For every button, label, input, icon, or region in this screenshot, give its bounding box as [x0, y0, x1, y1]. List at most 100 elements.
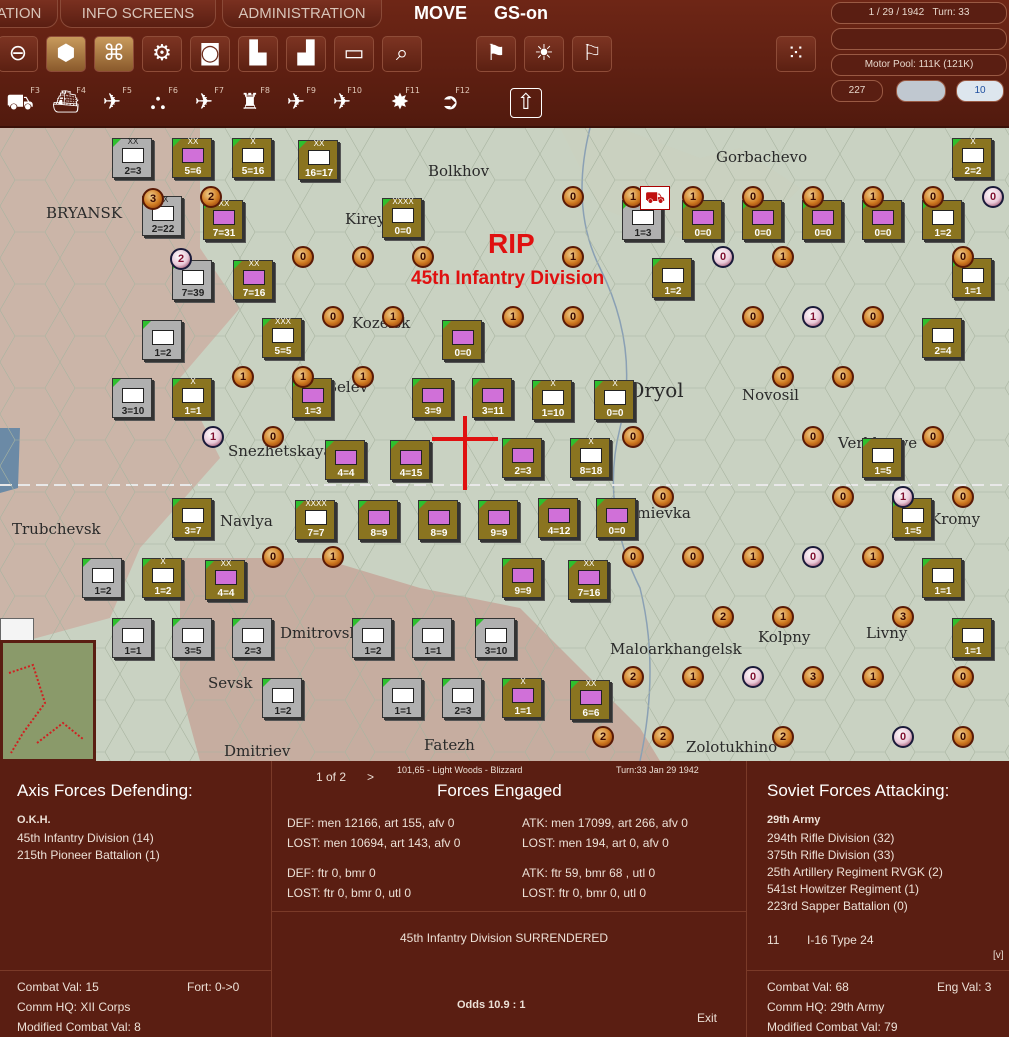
strength-marker[interactable]: 2 — [170, 248, 192, 270]
next-icon[interactable]: ➲ F12 — [430, 86, 470, 120]
unit-counter[interactable]: 1=1 — [952, 618, 992, 658]
strength-marker[interactable]: 3 — [142, 188, 164, 210]
strength-marker[interactable]: 0 — [982, 186, 1004, 208]
strength-marker[interactable]: 0 — [772, 366, 794, 388]
paradrop-icon[interactable]: ✈ F9 — [276, 86, 316, 120]
unit-counter[interactable]: XX 16=17 — [298, 139, 338, 180]
unit-counter[interactable]: X 1=1 — [502, 677, 542, 718]
strength-marker[interactable]: 1 — [862, 666, 884, 688]
scroll-more-button[interactable]: [v] — [993, 950, 1004, 961]
unit-counter[interactable]: 0=0 — [596, 498, 636, 538]
strength-marker[interactable]: 1 — [232, 366, 254, 388]
unit-counter[interactable]: 1=5 — [862, 438, 902, 478]
gs-toggle[interactable]: GS-on — [494, 3, 548, 24]
unit-counter[interactable]: 3=7 — [172, 498, 212, 538]
unit-counter[interactable]: X 1=1 — [172, 377, 212, 418]
strength-marker[interactable]: 0 — [892, 726, 914, 748]
bomb-city-icon[interactable]: ♜ F8 — [230, 86, 270, 120]
minimap[interactable] — [0, 640, 96, 762]
strength-marker[interactable]: 2 — [772, 726, 794, 748]
strength-marker[interactable]: 0 — [712, 246, 734, 268]
unit-counter[interactable]: 8=9 — [418, 500, 458, 540]
unit-counter[interactable]: 3=9 — [412, 378, 452, 418]
air-transport-icon[interactable]: ✈ F7 — [184, 86, 224, 120]
strength-marker[interactable]: 0 — [742, 666, 764, 688]
unit-counter[interactable]: 1=1 — [382, 678, 422, 718]
strength-marker[interactable]: 0 — [682, 546, 704, 568]
strength-marker[interactable]: 2 — [652, 726, 674, 748]
zoom-display[interactable]: 10 — [956, 80, 1004, 102]
strength-marker[interactable]: 0 — [352, 246, 374, 268]
unit-counter[interactable]: 4=4 — [325, 440, 365, 480]
strength-marker[interactable]: 0 — [262, 546, 284, 568]
gear-icon[interactable]: ⚙ — [142, 36, 182, 72]
strength-marker[interactable]: 1 — [772, 606, 794, 628]
strength-marker[interactable]: 0 — [802, 546, 824, 568]
strength-marker[interactable]: 0 — [562, 306, 584, 328]
strength-marker[interactable]: 0 — [622, 426, 644, 448]
strength-marker[interactable]: 1 — [862, 546, 884, 568]
unit-counter[interactable]: X 5=16 — [232, 137, 272, 178]
unit-counter[interactable]: 3=10 — [475, 618, 515, 658]
unit-counter[interactable]: 1=1 — [922, 558, 962, 598]
weather-icon[interactable]: ☀ — [524, 36, 564, 72]
unit-counter[interactable]: X 0=0 — [594, 379, 634, 420]
unit-counter[interactable]: 9=9 — [502, 558, 542, 598]
axis-unit[interactable]: 45th Infantry Division (14) — [17, 831, 154, 845]
strength-marker[interactable]: 1 — [682, 666, 704, 688]
unit-counter[interactable]: XX 7=16 — [233, 259, 273, 300]
soviet-unit[interactable]: 223rd Sapper Battalion (0) — [767, 899, 908, 913]
strength-marker[interactable]: 3 — [892, 606, 914, 628]
soviet-unit[interactable]: 375th Rifle Division (33) — [767, 848, 894, 862]
unit-counter[interactable]: XX 6=6 — [570, 679, 610, 720]
up-arrow-icon[interactable]: ⇧ — [510, 88, 542, 118]
formation-icon[interactable]: ⁙ — [776, 36, 816, 72]
unit-counter[interactable]: X 2=2 — [952, 137, 992, 178]
stack-icon[interactable]: ▙ — [238, 36, 278, 72]
explosion-icon[interactable]: ✸ F11 — [380, 86, 420, 120]
transport-icon[interactable]: ⛬ F6 — [138, 86, 178, 120]
axis-unit[interactable]: 215th Pioneer Battalion (1) — [17, 848, 160, 862]
unit-counter[interactable]: XXXX 0=0 — [382, 197, 422, 238]
strength-marker[interactable]: 0 — [922, 186, 944, 208]
unit-counter[interactable]: XX 5=6 — [172, 137, 212, 178]
strength-marker[interactable]: 0 — [292, 246, 314, 268]
strength-marker[interactable]: 0 — [742, 306, 764, 328]
strength-marker[interactable]: 1 — [862, 186, 884, 208]
air-attack-icon[interactable]: ✈ F5 — [92, 86, 132, 120]
strength-marker[interactable]: 0 — [922, 426, 944, 448]
strength-marker[interactable]: 0 — [952, 246, 974, 268]
tab-operation[interactable]: ATION — [0, 0, 58, 28]
unit-counter[interactable]: 3=5 — [172, 618, 212, 658]
rectangle-icon[interactable]: ▭ — [334, 36, 374, 72]
strength-marker[interactable]: 0 — [652, 486, 674, 508]
next-page-arrow[interactable]: > — [367, 770, 374, 784]
strength-marker[interactable]: 1 — [742, 546, 764, 568]
flag-icon[interactable]: ⚐ — [572, 36, 612, 72]
exit-button[interactable]: Exit — [697, 1011, 717, 1025]
unit-counter[interactable]: X 8=18 — [570, 437, 610, 478]
strength-marker[interactable]: 2 — [712, 606, 734, 628]
airstrike-icon[interactable]: ✈ F10 — [322, 86, 362, 120]
unit-counter[interactable]: 1=2 — [262, 678, 302, 718]
hex-icon[interactable]: ⬢ — [46, 36, 86, 72]
strength-marker[interactable]: 0 — [952, 486, 974, 508]
soviet-unit[interactable]: 25th Artillery Regiment RVGK (2) — [767, 865, 943, 879]
unit-counter[interactable]: XXX 5=5 — [262, 317, 302, 358]
unit-counter[interactable]: 2=4 — [922, 318, 962, 358]
strength-marker[interactable]: 0 — [802, 426, 824, 448]
unit-counter[interactable]: 3=10 — [112, 378, 152, 418]
unit-select-icon[interactable]: ⌘ — [94, 36, 134, 72]
unit-counter[interactable]: XX 7=16 — [568, 559, 608, 600]
strength-marker[interactable]: 1 — [682, 186, 704, 208]
unit-counter[interactable]: 4=15 — [390, 440, 430, 480]
strength-marker[interactable]: 0 — [832, 366, 854, 388]
game-map[interactable]: RIP 45th Infantry Division Bolkhov Gorba… — [0, 128, 1009, 761]
unit-counter[interactable]: 1=2 — [652, 258, 692, 298]
factory-icon[interactable]: ▟ — [286, 36, 326, 72]
unit-counter[interactable]: 8=9 — [358, 500, 398, 540]
unit-counter[interactable]: 1=2 — [82, 558, 122, 598]
strength-marker[interactable]: 0 — [742, 186, 764, 208]
unit-counter[interactable]: 3=11 — [472, 378, 512, 418]
strength-marker[interactable]: 2 — [200, 186, 222, 208]
